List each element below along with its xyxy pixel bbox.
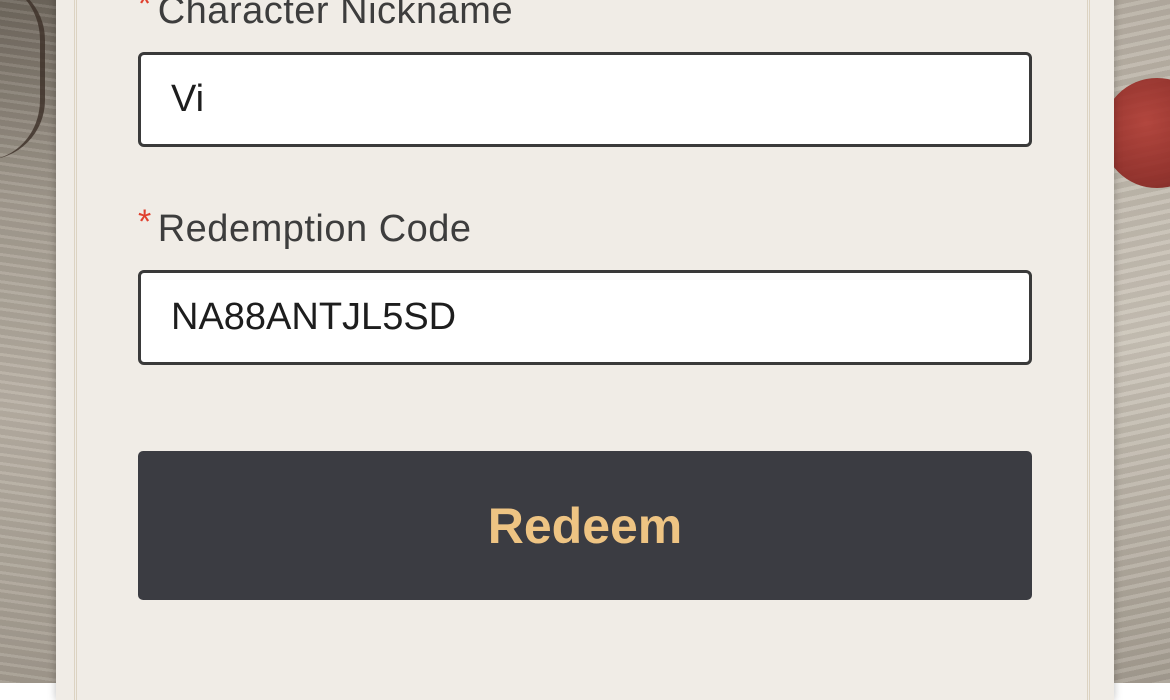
redeem-button[interactable]: Redeem bbox=[138, 451, 1032, 600]
nickname-label: * Character Nickname bbox=[138, 0, 513, 33]
required-marker: * bbox=[138, 203, 152, 241]
nickname-label-text: Character Nickname bbox=[157, 0, 514, 32]
nickname-input[interactable] bbox=[138, 52, 1032, 147]
required-marker: * bbox=[138, 0, 152, 23]
redemption-code-label-text: Redemption Code bbox=[157, 208, 472, 250]
redemption-code-label: * Redemption Code bbox=[138, 203, 472, 251]
redemption-code-input[interactable] bbox=[138, 270, 1032, 365]
